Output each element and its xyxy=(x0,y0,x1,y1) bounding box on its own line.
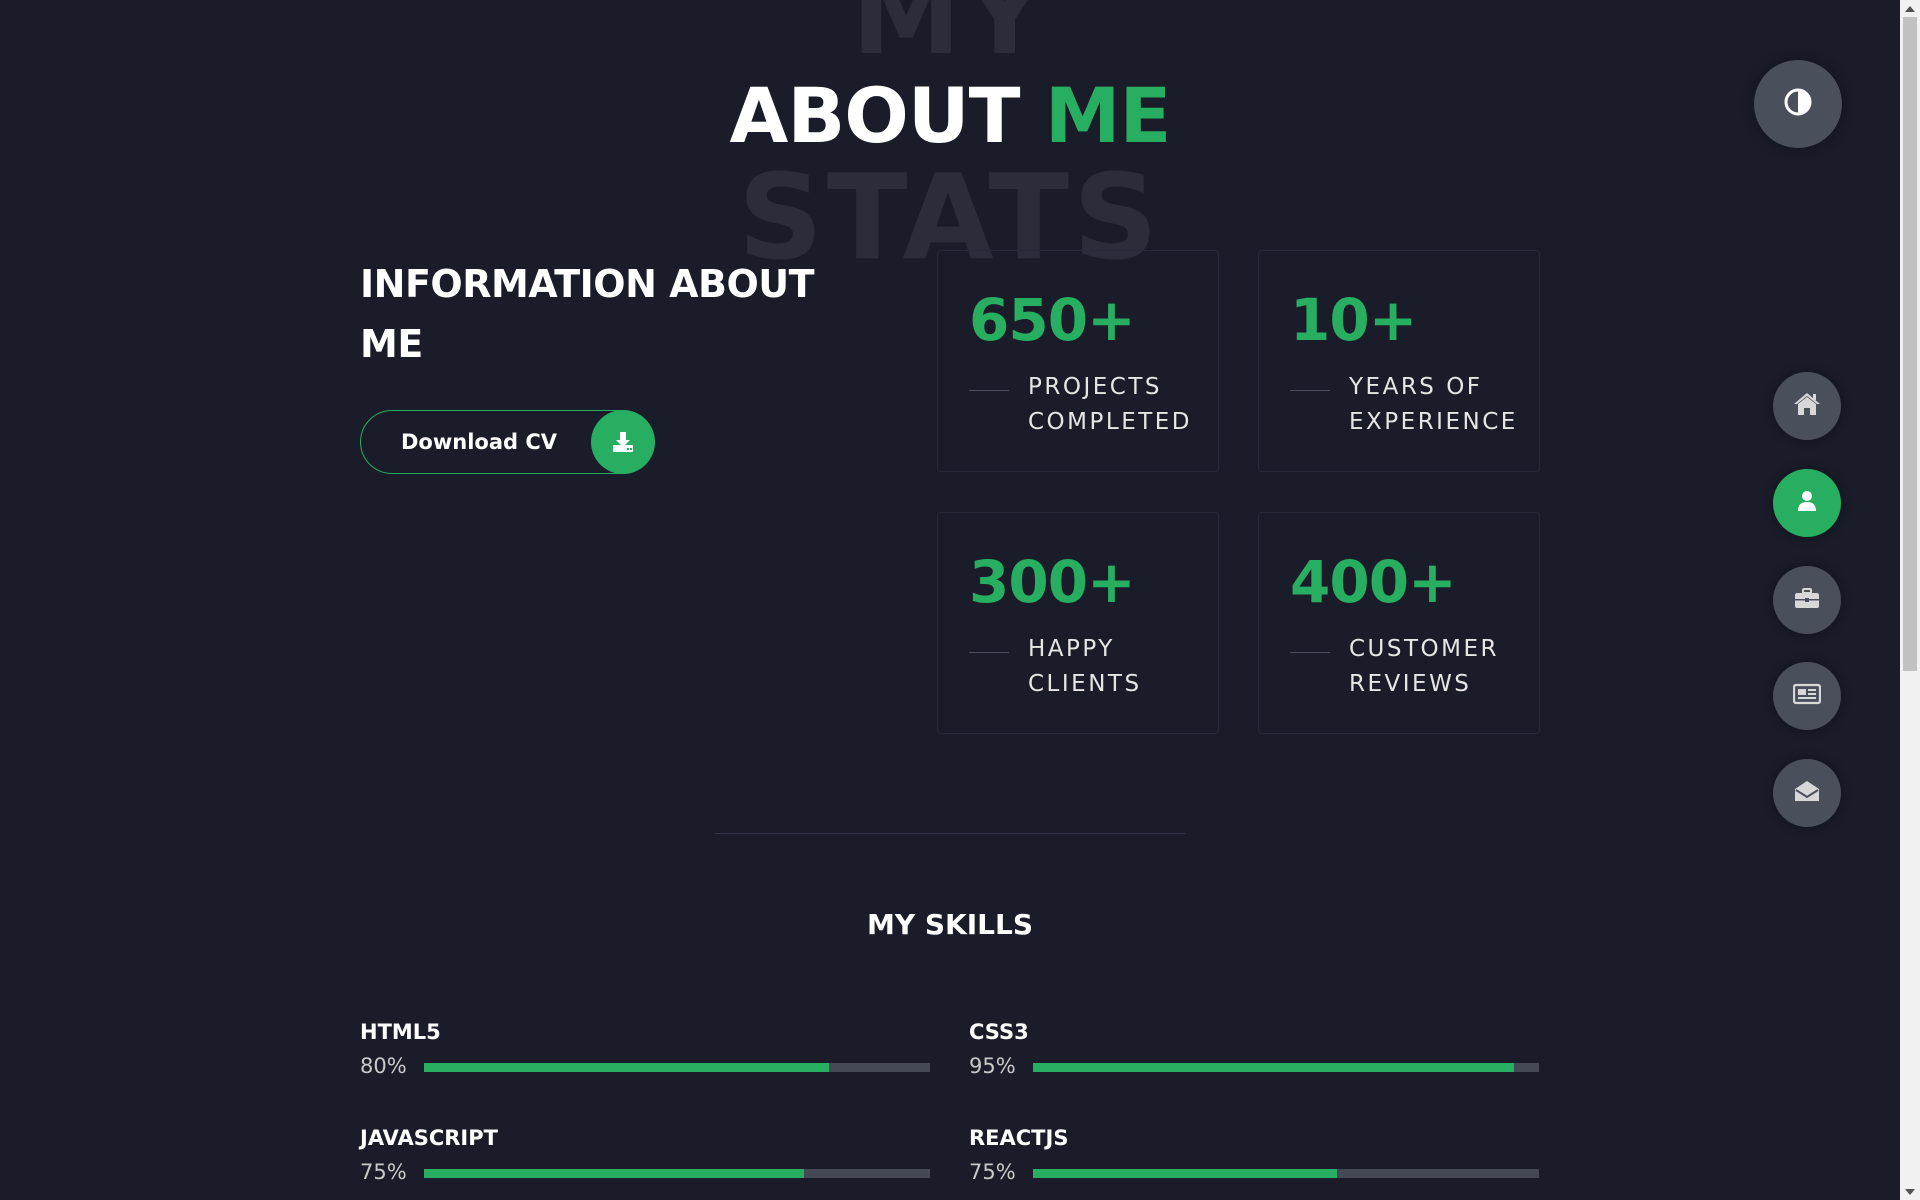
skill-percent: 75% xyxy=(360,1160,407,1184)
nav-portfolio-button[interactable] xyxy=(1773,566,1841,634)
skill-percent: 80% xyxy=(360,1054,407,1078)
skill-progress-fill xyxy=(1033,1169,1337,1178)
skill-percent: 75% xyxy=(969,1160,1016,1184)
briefcase-icon xyxy=(1794,586,1820,615)
scroll-up-arrow-icon[interactable] xyxy=(1900,0,1920,17)
scroll-down-arrow-icon[interactable] xyxy=(1900,1183,1920,1200)
skill-javascript: JAVASCRIPT 75% xyxy=(360,1126,930,1196)
info-title: INFORMATION ABOUT ME xyxy=(360,262,815,366)
page-title: ABOUT ME xyxy=(0,78,1900,154)
skill-progress-fill xyxy=(424,1063,829,1072)
stat-label: HAPPY CLIENTS xyxy=(1028,636,1142,697)
skill-name: REACTJS xyxy=(969,1126,1069,1150)
skill-progress-fill xyxy=(1033,1063,1514,1072)
skill-progress-track xyxy=(424,1063,930,1072)
nav-blog-button[interactable] xyxy=(1773,662,1841,730)
stat-divider xyxy=(969,390,1009,391)
page-title-accent: ME xyxy=(1044,71,1172,160)
about-page: MY STATS ABOUT ME INFORMATION ABOUT ME D… xyxy=(0,0,1920,1200)
download-cv-button[interactable]: Download CV xyxy=(360,410,655,474)
stat-card-clients: 300+ HAPPY CLIENTS xyxy=(937,512,1219,734)
skill-progress-track xyxy=(1033,1063,1539,1072)
scrollbar-thumb[interactable] xyxy=(1903,17,1917,671)
skill-progress-track xyxy=(424,1169,930,1178)
nav-about-button[interactable] xyxy=(1773,469,1841,537)
stat-label: YEARS OF EXPERIENCE xyxy=(1349,374,1518,435)
download-icon xyxy=(591,410,655,474)
section-divider xyxy=(715,833,1185,834)
theme-toggle-button[interactable] xyxy=(1754,60,1842,148)
page-scrollbar[interactable] xyxy=(1900,0,1920,1200)
stat-value: 400+ xyxy=(1290,548,1457,616)
download-cv-label: Download CV xyxy=(401,430,558,454)
stat-value: 300+ xyxy=(969,548,1136,616)
skills-title: MY SKILLS xyxy=(866,908,1034,941)
skill-css3: CSS3 95% xyxy=(969,1020,1539,1090)
stat-card-reviews: 400+ CUSTOMER REVIEWS xyxy=(1258,512,1540,734)
stat-divider xyxy=(969,652,1009,653)
stat-label: CUSTOMER REVIEWS xyxy=(1349,636,1500,697)
background-word-my: MY xyxy=(851,0,1049,79)
page-title-main: ABOUT xyxy=(729,71,1045,160)
skill-progress-track xyxy=(1033,1169,1539,1178)
skill-name: JAVASCRIPT xyxy=(360,1126,498,1150)
stat-value: 10+ xyxy=(1290,286,1417,354)
nav-contact-button[interactable] xyxy=(1773,759,1841,827)
envelope-open-icon xyxy=(1794,779,1820,808)
home-icon xyxy=(1793,391,1821,422)
skill-name: CSS3 xyxy=(969,1020,1029,1044)
contrast-icon xyxy=(1783,87,1813,122)
skill-name: HTML5 xyxy=(360,1020,441,1044)
skill-reactjs: REACTJS 75% xyxy=(969,1126,1539,1196)
stat-divider xyxy=(1290,390,1330,391)
skill-html5: HTML5 80% xyxy=(360,1020,930,1090)
stat-label: PROJECTS COMPLETED xyxy=(1028,374,1193,435)
stat-value: 650+ xyxy=(969,286,1136,354)
skill-progress-fill xyxy=(424,1169,804,1178)
stat-card-experience: 10+ YEARS OF EXPERIENCE xyxy=(1258,250,1540,472)
skill-percent: 95% xyxy=(969,1054,1016,1078)
newspaper-icon xyxy=(1792,683,1822,710)
stat-divider xyxy=(1290,652,1330,653)
nav-home-button[interactable] xyxy=(1773,372,1841,440)
stat-card-projects: 650+ PROJECTS COMPLETED xyxy=(937,250,1219,472)
user-icon xyxy=(1795,489,1819,518)
